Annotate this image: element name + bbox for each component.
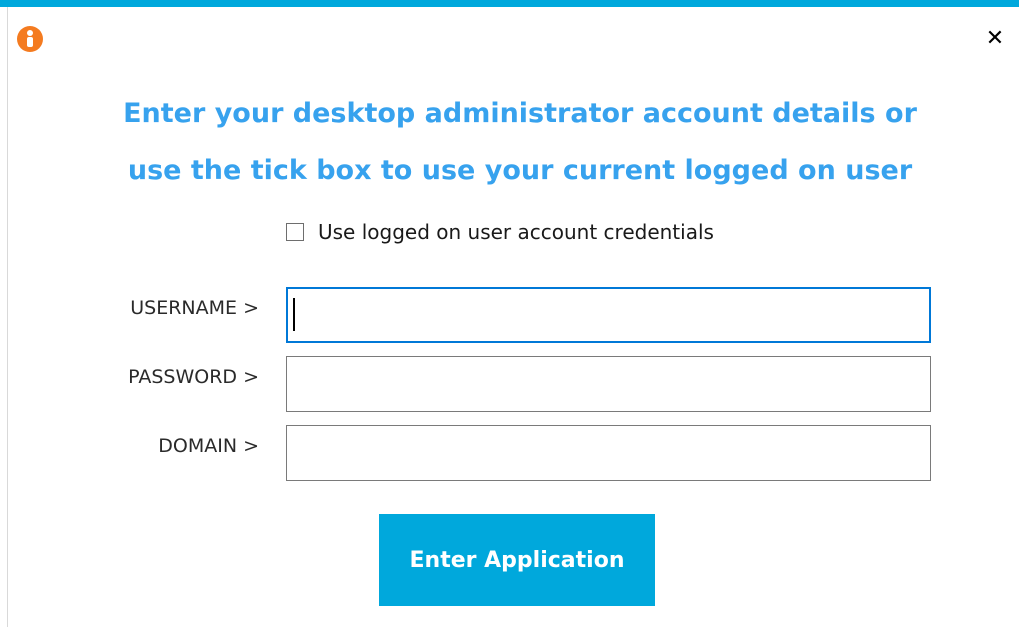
enter-application-button[interactable]: Enter Application [379, 514, 655, 606]
password-label: PASSWORD > [128, 366, 259, 388]
page-title: Enter your desktop administrator account… [40, 85, 1000, 199]
use-logged-on-user-label[interactable]: Use logged on user account credentials [318, 220, 714, 244]
close-button[interactable]: ✕ [981, 24, 1009, 52]
info-person-icon [16, 25, 44, 53]
password-field[interactable] [286, 356, 931, 412]
text-caret [293, 298, 295, 331]
use-logged-on-user-row: Use logged on user account credentials [286, 216, 714, 248]
close-icon: ✕ [985, 25, 1005, 51]
login-dialog: ✕ Enter your desktop administrator accou… [0, 0, 1019, 627]
username-field[interactable] [286, 287, 931, 343]
username-label: USERNAME > [130, 297, 259, 319]
use-logged-on-user-checkbox[interactable] [286, 223, 304, 241]
window-left-border [7, 7, 8, 627]
domain-label: DOMAIN > [158, 435, 259, 457]
heading-line-1: Enter your desktop administrator account… [123, 98, 917, 129]
domain-field[interactable] [286, 425, 931, 481]
heading-line-2: use the tick box to use your current log… [127, 155, 913, 186]
window-accent-bar [0, 0, 1019, 7]
